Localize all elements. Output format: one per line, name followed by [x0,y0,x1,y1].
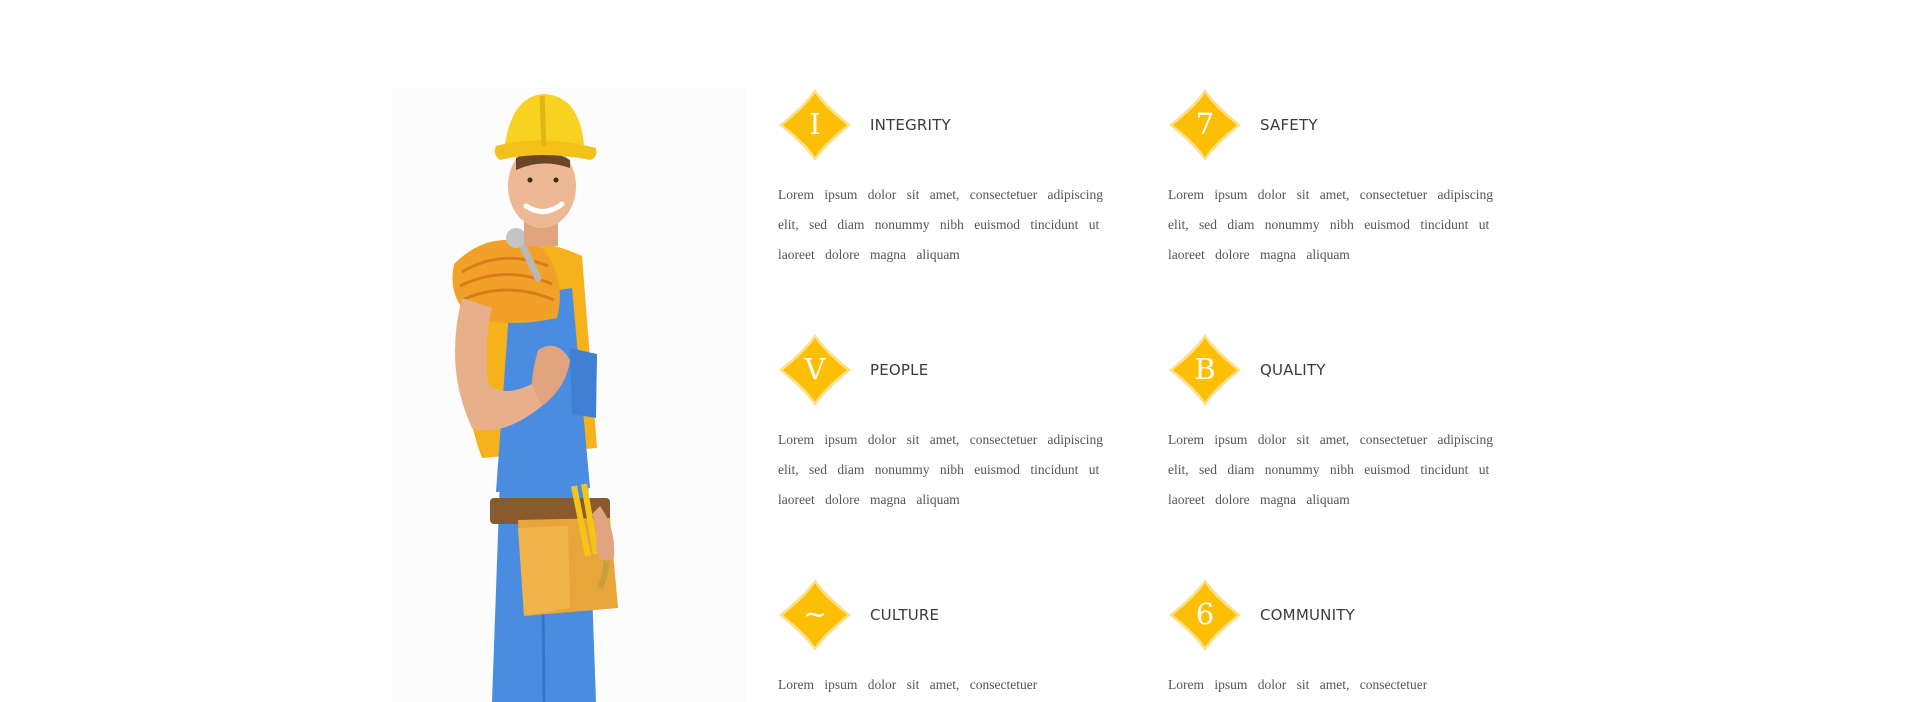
culture-icon: ~ [778,578,852,652]
safety-icon: 7 [1168,88,1242,162]
card-description: Lorem ipsum dolor sit amet, consectetuer [778,677,1038,692]
value-card-safety: 7 SAFETY Lorem ipsum dolor sit amet, con… [1168,88,1513,270]
card-title: SAFETY [1260,116,1318,134]
card-title: INTEGRITY [870,116,951,134]
value-card-culture: ~ CULTURE Lorem ipsum dolor sit amet, co… [778,578,1123,700]
badge-glyph: 7 [1195,107,1215,141]
card-description: Lorem ipsum dolor sit amet, consectetuer… [1168,432,1494,507]
value-card-people: V PEOPLE Lorem ipsum dolor sit amet, con… [778,333,1123,515]
card-description: Lorem ipsum dolor sit amet, consectetuer… [778,432,1104,507]
company-values-section: I INTEGRITY Lorem ipsum dolor sit amet, … [0,0,1920,702]
badge-glyph: B [1194,352,1216,386]
badge-glyph: ~ [802,597,828,631]
worker-photo [392,88,746,702]
card-description: Lorem ipsum dolor sit amet, consectetuer… [1168,187,1494,262]
integrity-icon: I [778,88,852,162]
card-title: COMMUNITY [1260,606,1355,624]
card-title: CULTURE [870,606,940,624]
card-description: Lorem ipsum dolor sit amet, consectetuer [1168,677,1428,692]
value-card-integrity: I INTEGRITY Lorem ipsum dolor sit amet, … [778,88,1123,270]
quality-icon: B [1168,333,1242,407]
badge-glyph: I [809,107,821,141]
card-description: Lorem ipsum dolor sit amet, consectetuer… [778,187,1104,262]
badge-glyph: 6 [1195,597,1215,631]
card-title: QUALITY [1260,361,1326,379]
construction-worker-icon [452,94,618,702]
value-card-community: 6 COMMUNITY Lorem ipsum dolor sit amet, … [1168,578,1513,700]
value-card-quality: B QUALITY Lorem ipsum dolor sit amet, co… [1168,333,1513,515]
badge-glyph: V [804,352,826,386]
people-icon: V [778,333,852,407]
community-icon: 6 [1168,578,1242,652]
card-title: PEOPLE [870,361,929,379]
